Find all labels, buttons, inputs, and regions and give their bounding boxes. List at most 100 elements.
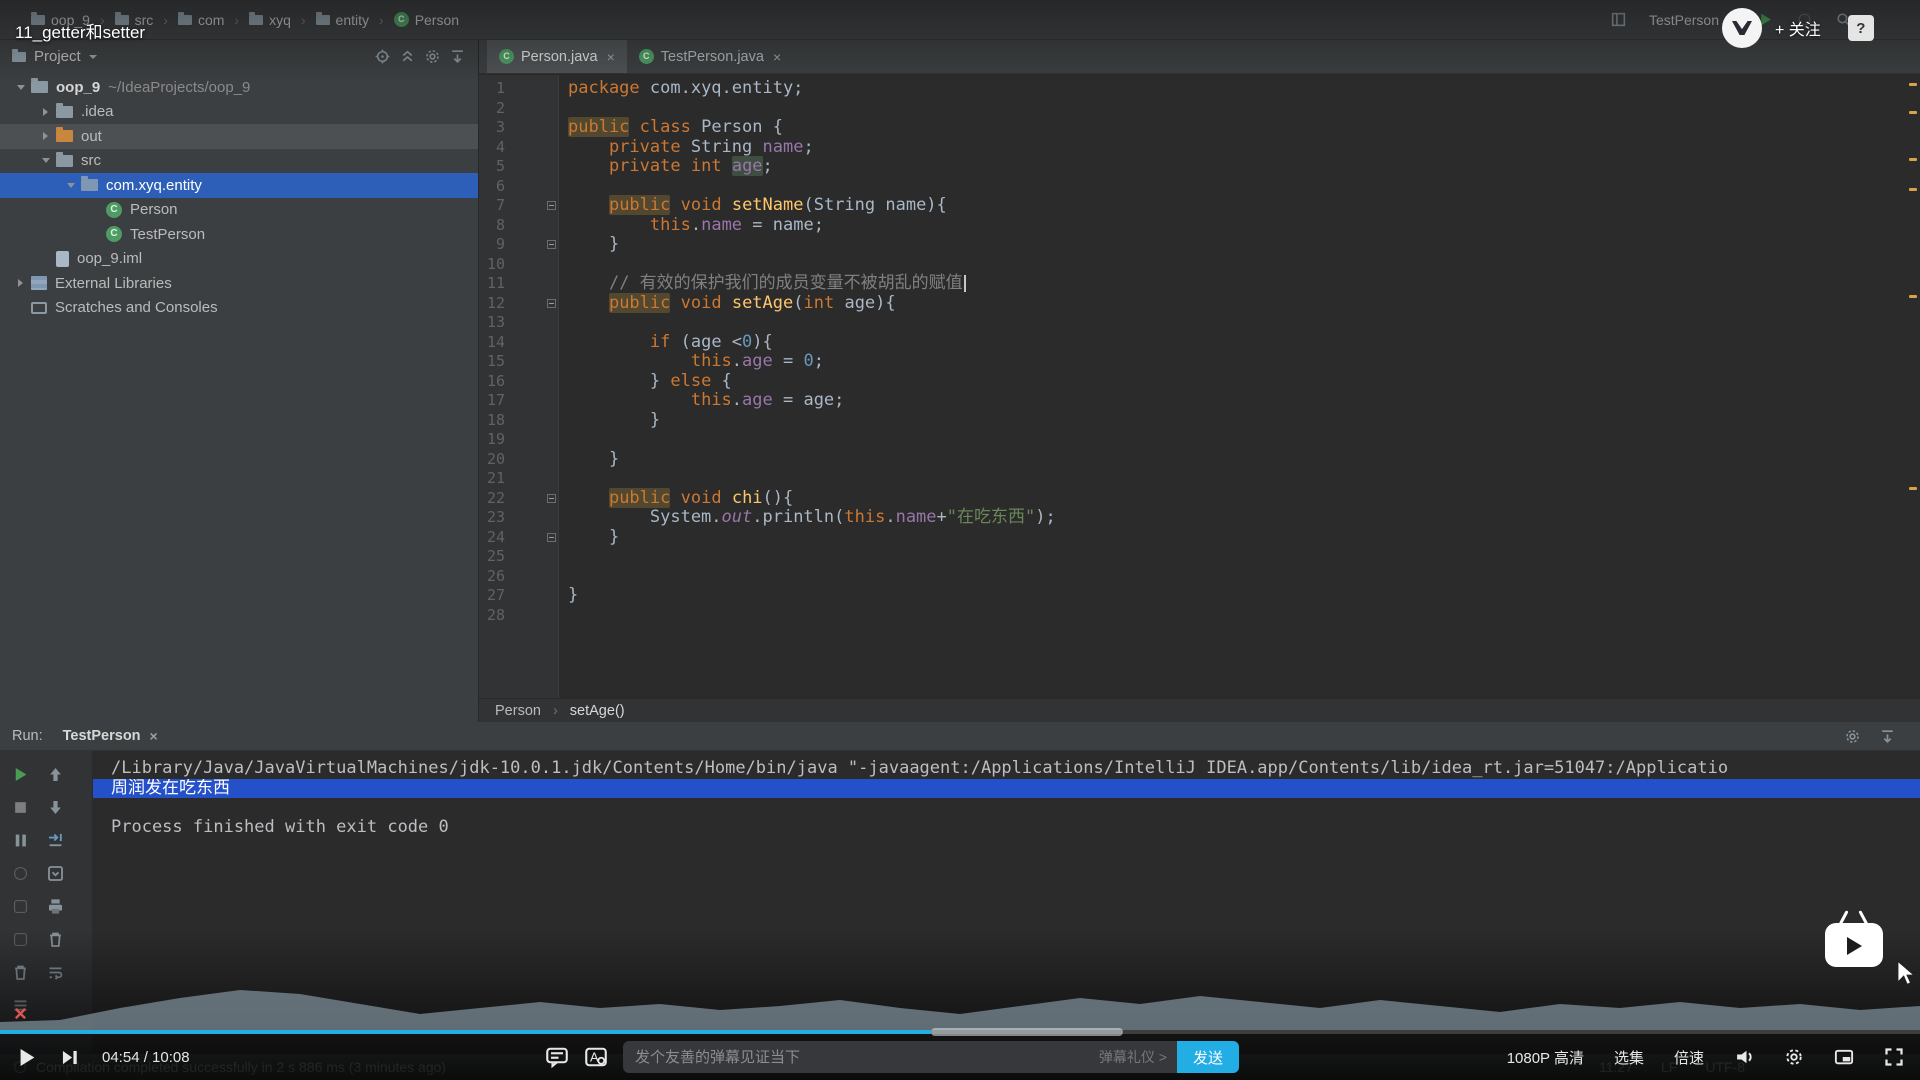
quality-button[interactable]: 1080P 高清 xyxy=(1507,1047,1584,1068)
scroll-to-end-icon[interactable] xyxy=(46,864,65,883)
tree-item-testperson[interactable]: C TestPerson xyxy=(0,222,478,247)
chevron-down-icon[interactable] xyxy=(35,158,56,163)
tree-item-idea[interactable]: .idea xyxy=(0,100,478,125)
scrollbar-mark[interactable] xyxy=(1909,487,1917,490)
volume-icon[interactable] xyxy=(1734,1047,1754,1067)
scrollbar-mark[interactable] xyxy=(1909,158,1917,161)
hide-panel-icon[interactable] xyxy=(1879,728,1896,745)
play-button[interactable] xyxy=(16,1047,37,1068)
fold-marker-icon[interactable] xyxy=(547,532,556,542)
code-line-3: public class Person { xyxy=(568,117,783,137)
scrollbar-mark[interactable] xyxy=(1909,295,1917,298)
line-number: 28 xyxy=(486,605,505,624)
select-opened-file-icon[interactable] xyxy=(374,48,391,65)
web-fullscreen-icon[interactable] xyxy=(1834,1047,1854,1067)
tree-item-src[interactable]: src xyxy=(0,149,478,174)
fold-marker-icon[interactable] xyxy=(547,298,556,308)
tree-item-com-xyq-entity[interactable]: com.xyq.entity xyxy=(0,173,478,198)
run-console[interactable]: /Library/Java/JavaVirtualMachines/jdk-10… xyxy=(93,751,1920,1053)
editor-scrollbar[interactable] xyxy=(1906,75,1920,698)
scrollbar-mark[interactable] xyxy=(1909,83,1917,86)
tree-item-scratches-and-consoles[interactable]: Scratches and Consoles xyxy=(0,296,478,321)
fullscreen-icon[interactable] xyxy=(1884,1047,1904,1067)
tree-item-oop-9-iml[interactable]: oop_9.iml xyxy=(0,247,478,272)
chevron-right-icon[interactable] xyxy=(10,279,31,287)
player-settings-icon[interactable] xyxy=(1784,1047,1804,1067)
print-icon[interactable] xyxy=(46,897,65,916)
nav-crumb-xyq[interactable]: xyq xyxy=(244,10,296,30)
code-line-20: } xyxy=(568,448,620,469)
gear-icon[interactable] xyxy=(424,48,441,65)
close-icon[interactable]: × xyxy=(607,49,615,65)
nav-crumb-entity[interactable]: entity xyxy=(311,10,374,30)
nav-crumb-com[interactable]: com xyxy=(173,10,229,30)
line-number: 6 xyxy=(495,176,505,195)
run-tab-testperson[interactable]: TestPerson × xyxy=(63,728,158,744)
danmaku-input[interactable] xyxy=(623,1048,1099,1066)
fold-marker-icon[interactable] xyxy=(547,493,556,503)
tab-testperson-java[interactable]: C TestPerson.java × xyxy=(627,40,793,73)
chevron-down-icon[interactable] xyxy=(10,85,31,90)
nav-crumb-person[interactable]: C Person xyxy=(389,10,464,30)
tree-item-out[interactable]: out xyxy=(0,124,478,149)
close-overlay-icon[interactable]: × xyxy=(14,1003,27,1025)
breadcrumb-separator: › xyxy=(234,11,240,28)
code-line-27: } xyxy=(568,585,579,605)
breadcrumb-class[interactable]: Person xyxy=(495,703,541,719)
avatar[interactable] xyxy=(1722,8,1762,48)
danmaku-send-button[interactable]: 发送 xyxy=(1177,1041,1239,1073)
video-title: 11_getter和setter xyxy=(15,23,146,42)
hide-panel-icon[interactable] xyxy=(449,48,466,65)
tab-person-java[interactable]: C Person.java × xyxy=(487,40,627,73)
profiler-icon[interactable] xyxy=(11,864,30,883)
chevron-right-icon[interactable] xyxy=(35,108,56,116)
tool-windows-icon[interactable] xyxy=(1610,11,1627,28)
tree-item-person[interactable]: C Person xyxy=(0,198,478,223)
next-occurrence-icon[interactable] xyxy=(46,798,65,817)
next-episode-button[interactable] xyxy=(59,1047,80,1068)
clear-all-icon[interactable] xyxy=(46,930,65,949)
speed-button[interactable]: 倍速 xyxy=(1674,1047,1704,1068)
breadcrumb-method[interactable]: setAge() xyxy=(570,703,625,719)
dump-icon[interactable] xyxy=(11,930,30,949)
tv-cast-icon[interactable] xyxy=(1822,906,1886,974)
stop-icon[interactable] xyxy=(11,798,30,817)
pause-icon[interactable] xyxy=(11,831,30,850)
close-icon[interactable]: × xyxy=(773,49,781,65)
tree-item-external-libraries[interactable]: External Libraries xyxy=(0,271,478,296)
line-number: 12 xyxy=(479,294,558,314)
danmaku-toggle-icon[interactable] xyxy=(545,1045,569,1069)
scrollbar-mark[interactable] xyxy=(1909,188,1917,191)
follow-button[interactable]: + 关注 xyxy=(1775,16,1821,40)
jump-to-source-icon[interactable] xyxy=(46,831,65,850)
danmaku-etiquette-link[interactable]: 弹幕礼仪 > xyxy=(1099,1047,1167,1067)
root-icon xyxy=(31,78,48,94)
chevron-right-icon[interactable] xyxy=(35,132,56,140)
iml-icon xyxy=(56,250,69,267)
fold-marker-icon[interactable] xyxy=(547,240,556,249)
project-panel: Project oop_9 ~/IdeaProjects/oop_9 .idea ou… xyxy=(0,40,479,722)
fold-marker-icon[interactable] xyxy=(547,201,556,210)
rerun-icon[interactable] xyxy=(11,765,30,784)
close-icon[interactable]: × xyxy=(150,728,158,744)
line-number: 3 xyxy=(495,118,505,136)
project-panel-title[interactable]: Project xyxy=(34,48,81,65)
help-button[interactable]: ? xyxy=(1847,15,1874,41)
code-editor[interactable]: 1 2 3 4 5 6 7 8 9 10 11 12 13 14 15 16 17 18 19 20 21 22 23 24 2… xyxy=(479,75,1920,698)
prev-occurrence-icon[interactable] xyxy=(46,765,65,784)
tree-item-oop-9[interactable]: oop_9 ~/IdeaProjects/oop_9 xyxy=(0,75,478,100)
danmaku-settings-icon[interactable]: A xyxy=(584,1045,608,1069)
gear-icon[interactable] xyxy=(1844,728,1861,745)
tab-label: Person.java xyxy=(521,48,598,65)
coverage-icon[interactable] xyxy=(11,897,30,916)
collapse-all-icon[interactable] xyxy=(399,48,416,65)
episodes-button[interactable]: 选集 xyxy=(1614,1047,1644,1068)
scrollbar-mark[interactable] xyxy=(1909,111,1917,114)
gc-icon[interactable] xyxy=(11,963,30,982)
mouse-cursor xyxy=(1897,960,1916,986)
soft-wrap-icon[interactable] xyxy=(46,963,65,982)
chevron-down-icon[interactable] xyxy=(60,183,81,188)
tab-label: TestPerson.java xyxy=(660,48,764,65)
